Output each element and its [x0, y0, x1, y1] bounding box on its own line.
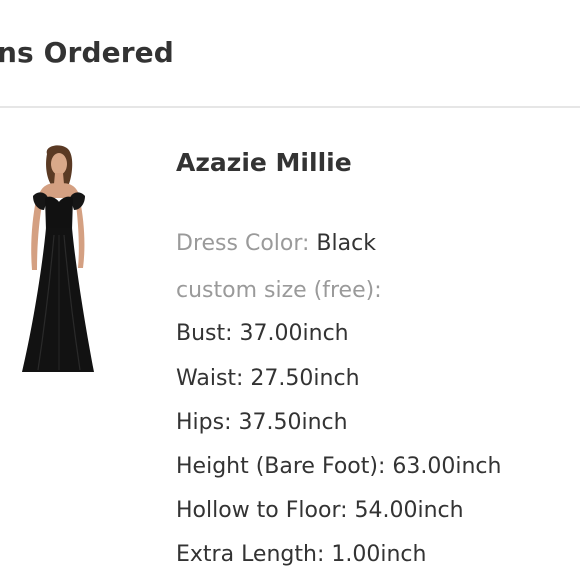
- measurement-waist: Waist: 27.50inch: [176, 366, 360, 391]
- measurement-hollow-to-floor: Hollow to Floor: 54.00inch: [176, 498, 464, 523]
- dress-color-label: Dress Color:: [176, 231, 310, 256]
- dress-color-line: Dress Color: Black: [176, 231, 376, 256]
- dress-color-value: Black: [316, 231, 376, 256]
- measurement-extra-length: Extra Length: 1.00inch: [176, 542, 427, 567]
- measurement-height: Height (Bare Foot): 63.00inch: [176, 454, 502, 479]
- measurement-hips: Hips: 37.50inch: [176, 410, 348, 435]
- items-ordered-page: ns Ordered Azazie Millie Dress Color: Bl…: [0, 0, 580, 580]
- product-name[interactable]: Azazie Millie: [176, 148, 352, 177]
- product-image[interactable]: [14, 140, 104, 380]
- section-title: ns Ordered: [0, 36, 174, 69]
- measurement-bust: Bust: 37.00inch: [176, 321, 349, 346]
- custom-size-label: custom size (free):: [176, 278, 382, 303]
- section-divider: [0, 106, 580, 108]
